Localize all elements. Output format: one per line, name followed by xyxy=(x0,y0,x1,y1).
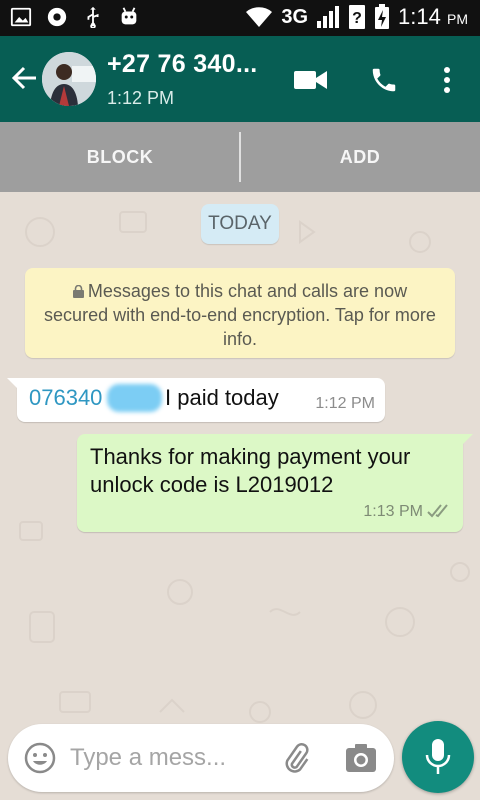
signal-icon xyxy=(317,6,340,28)
mic-button[interactable] xyxy=(402,721,474,793)
message-text: I paid today xyxy=(165,385,279,410)
contact-name[interactable]: +27 76 340... xyxy=(107,50,258,79)
add-button[interactable]: ADD xyxy=(240,122,480,192)
chat-header: +27 76 340... 1:12 PM xyxy=(0,36,480,122)
encryption-notice[interactable]: Messages to this chat and calls are now … xyxy=(25,268,455,358)
emoji-icon[interactable] xyxy=(24,742,56,774)
block-button[interactable]: BLOCK xyxy=(0,122,240,192)
status-bar: 3G ? 1:14 PM xyxy=(0,0,480,36)
phone-icon[interactable] xyxy=(366,62,402,98)
encryption-notice-text: Messages to this chat and calls are now … xyxy=(44,281,436,349)
message-text: Thanks for making payment your unlock co… xyxy=(90,444,411,497)
date-chip: TODAY xyxy=(201,204,279,244)
more-vert-icon[interactable] xyxy=(429,62,465,98)
outgoing-message[interactable]: Thanks for making payment your unlock co… xyxy=(77,434,473,532)
android-icon xyxy=(121,7,137,25)
redacted-number xyxy=(107,384,162,412)
battery-charging-icon xyxy=(375,4,390,29)
message-composer xyxy=(8,724,394,792)
image-icon xyxy=(10,7,32,27)
mic-icon xyxy=(425,739,451,774)
last-seen: 1:12 PM xyxy=(107,88,175,108)
back-arrow-icon[interactable] xyxy=(8,62,40,94)
attach-icon[interactable] xyxy=(280,742,312,774)
lock-icon xyxy=(72,285,84,298)
sim-unknown-icon: ? xyxy=(349,5,366,29)
record-icon xyxy=(47,7,67,27)
network-type: 3G xyxy=(281,5,309,28)
avatar[interactable] xyxy=(42,52,96,106)
camera-icon[interactable] xyxy=(346,744,376,772)
message-time: 1:12 PM xyxy=(315,395,375,412)
double-check-icon xyxy=(427,504,448,518)
message-input[interactable] xyxy=(70,738,250,778)
clock: 1:14 PM xyxy=(398,4,468,29)
incoming-message[interactable]: 076340 I paid today 1:12 PM xyxy=(7,378,385,422)
chat-area[interactable]: TODAY Messages to this chat and calls ar… xyxy=(0,192,480,800)
message-time: 1:13 PM xyxy=(363,503,423,520)
sender-name[interactable]: 076340 xyxy=(29,385,102,411)
video-call-icon[interactable] xyxy=(293,62,329,98)
unknown-contact-bar: BLOCK ADD xyxy=(0,122,480,192)
wifi-icon xyxy=(246,7,273,27)
svg-text:?: ? xyxy=(352,10,362,27)
usb-icon xyxy=(87,6,99,28)
